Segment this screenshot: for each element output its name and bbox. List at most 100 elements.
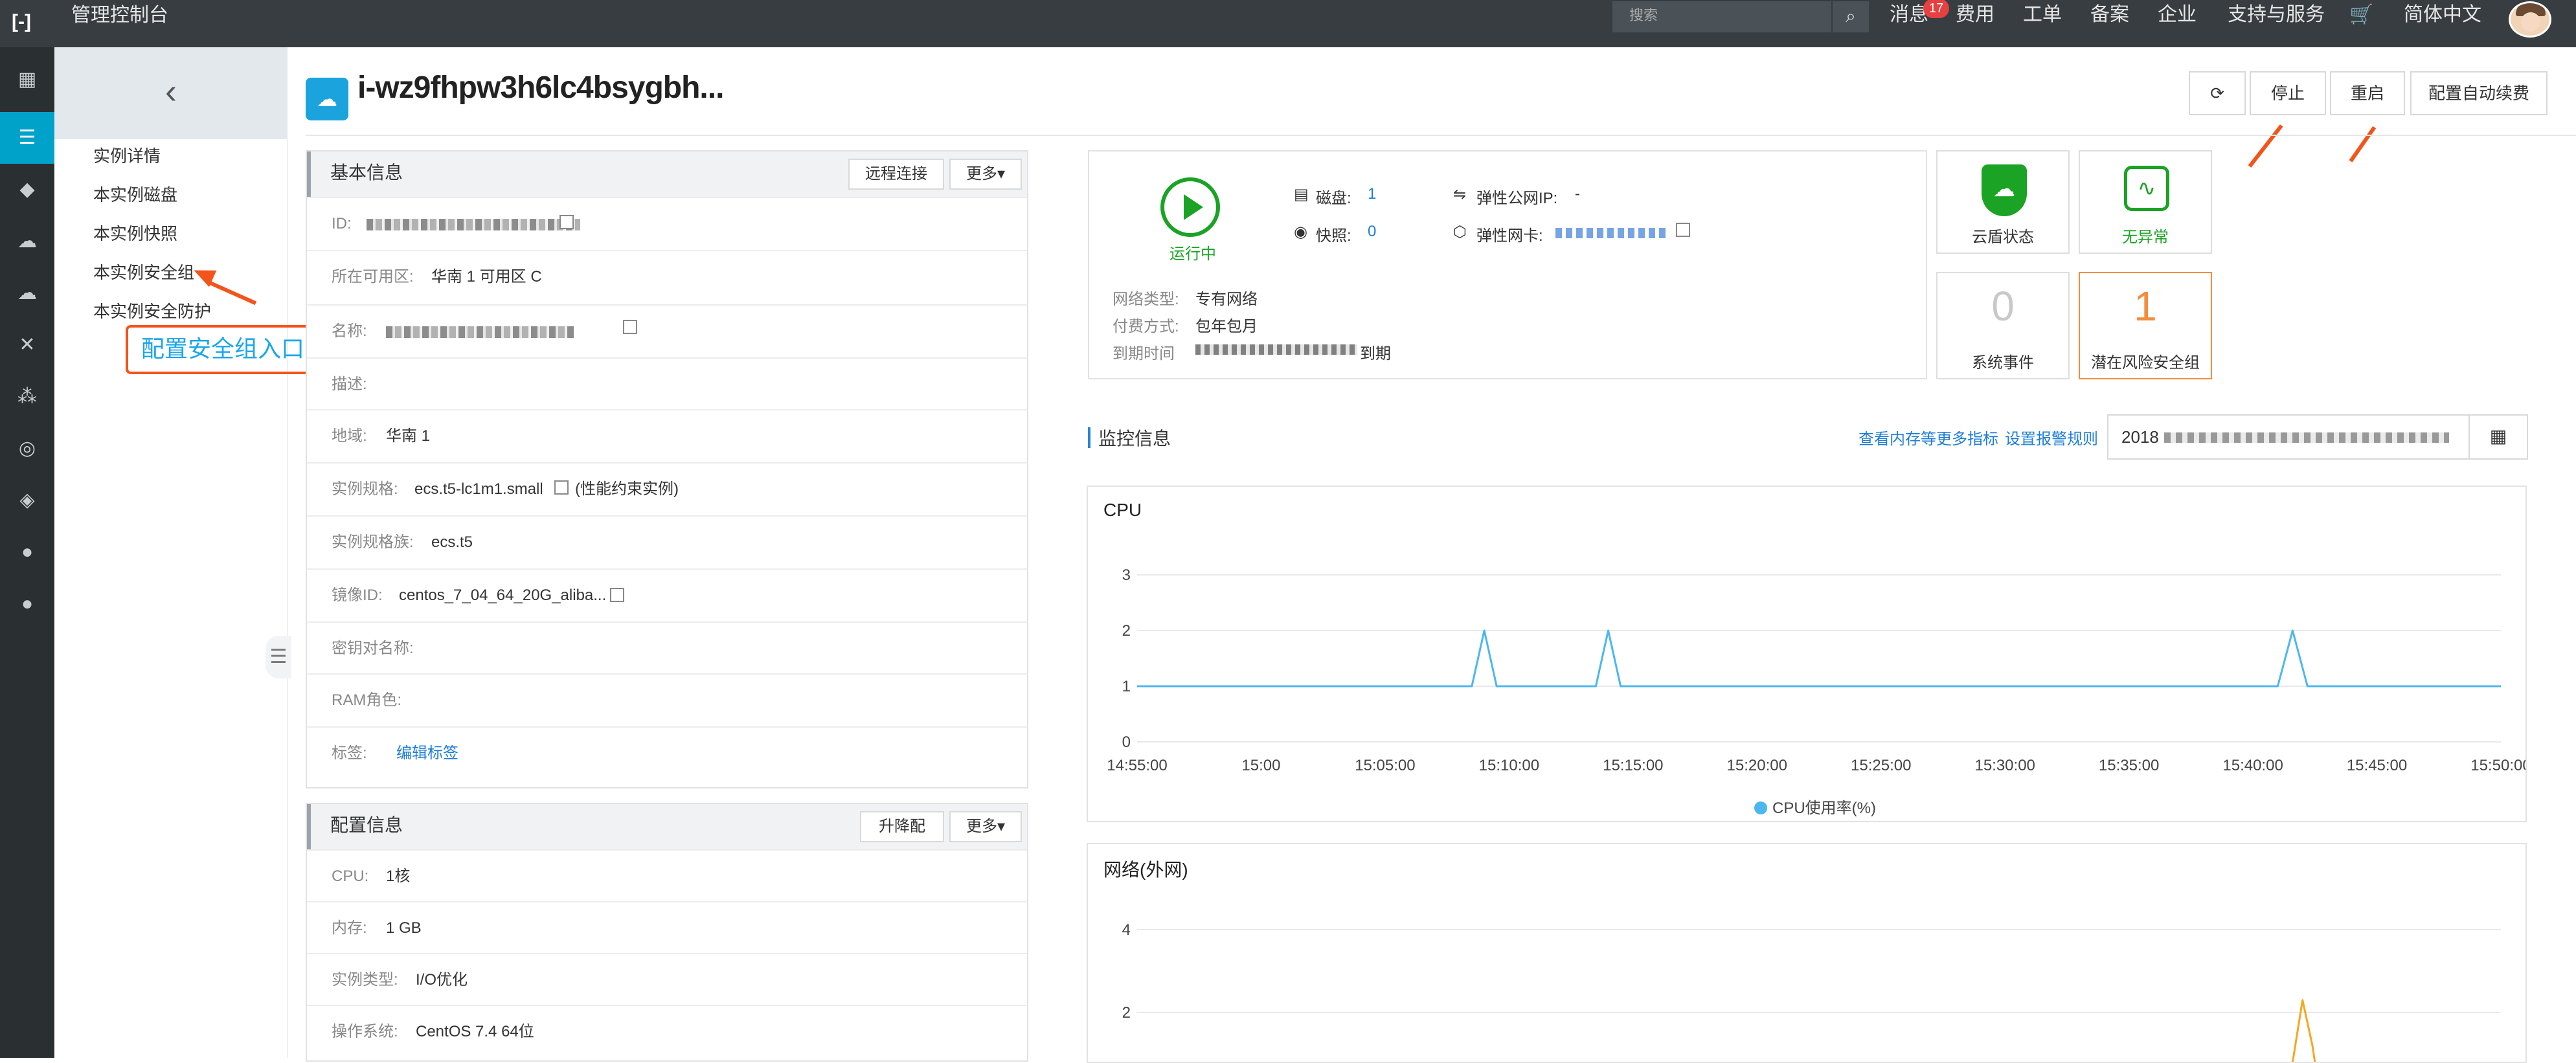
- annotation-arrow: [2349, 126, 2377, 162]
- nav-filing[interactable]: 备案: [2090, 0, 2129, 31]
- cart-icon[interactable]: 🛒: [2349, 0, 2373, 31]
- nav-messages[interactable]: 消息: [1890, 0, 1928, 31]
- info-row-keypair: 密钥对名称:: [307, 621, 1027, 673]
- search-icon[interactable]: ⌕: [1831, 1, 1869, 32]
- x-tick-label: 15:10:00: [1479, 757, 1539, 774]
- expire-suffix: 到期: [1360, 345, 1391, 363]
- back-chevron-icon[interactable]: ‹: [54, 47, 288, 139]
- info-row-spec-family: 实例规格族: ecs.t5: [307, 515, 1027, 567]
- system-events-card[interactable]: 0 系统事件: [1936, 272, 2070, 379]
- info-row-description: 描述:: [307, 357, 1027, 409]
- more-dropdown-button[interactable]: 更多▾: [949, 159, 1022, 190]
- subnav-item-security-group[interactable]: 本实例安全组: [93, 253, 194, 292]
- eip-value: -: [1575, 185, 1580, 203]
- cloud-download-icon[interactable]: ☁: [0, 267, 54, 319]
- header-divider: [306, 135, 2576, 136]
- stop-button[interactable]: 停止: [2250, 71, 2326, 115]
- aliyun-logo-icon[interactable]: [-]: [6, 9, 36, 35]
- y-tick-label: 3: [1122, 566, 1131, 584]
- circle-icon[interactable]: ●: [0, 578, 54, 630]
- x-tick-label: 15:50:00: [2470, 757, 2525, 774]
- x-tick-label: 15:15:00: [1603, 757, 1663, 774]
- y-tick-label: 0: [1122, 733, 1131, 751]
- eni-label: 弹性网卡:: [1476, 227, 1543, 245]
- box-icon[interactable]: ◈: [0, 475, 54, 526]
- info-row-image: 镜像ID: centos_7_04_64_20G_aliba...: [307, 568, 1027, 620]
- instance-cloud-icon: ☁: [306, 78, 348, 120]
- auto-renew-button[interactable]: 配置自动续费: [2410, 71, 2548, 115]
- subnav-item-snapshots[interactable]: 本实例快照: [93, 214, 177, 253]
- copy-icon[interactable]: [1672, 223, 1690, 241]
- date-range-input[interactable]: 2018: [2107, 414, 2470, 460]
- instance-name: i-wz9fhpw3h6lc4bsygbh...: [357, 71, 724, 105]
- grid-icon[interactable]: ▦: [0, 54, 54, 106]
- eni-value[interactable]: [1555, 228, 1666, 238]
- y-tick-label: 4: [1122, 921, 1131, 939]
- remote-connect-button[interactable]: 远程连接: [848, 159, 944, 190]
- more-metrics-link[interactable]: 查看内存等更多指标: [1859, 426, 1998, 449]
- snapshot-count[interactable]: 0: [1368, 223, 1376, 241]
- info-row-memory: 内存: 1 GB: [307, 901, 1027, 953]
- x-tick-label: 15:20:00: [1727, 757, 1787, 774]
- shield-icon: ☁: [1982, 164, 2027, 216]
- avatar[interactable]: [2509, 1, 2551, 38]
- health-card[interactable]: ∿ 无异常: [2079, 150, 2212, 254]
- top-bar: [-] 管理控制台 搜索 ⌕ 消息 17 费用 工单 备案 企业 支持与服务 🛒…: [0, 0, 2576, 47]
- info-row-name: 名称:: [307, 304, 1027, 356]
- subnav-item-disks[interactable]: 本实例磁盘: [93, 175, 177, 214]
- copy-icon[interactable]: [606, 588, 624, 606]
- globe-icon[interactable]: ◎: [0, 423, 54, 475]
- disk-label: 磁盘:: [1316, 190, 1351, 207]
- list-icon[interactable]: ☰: [0, 112, 54, 164]
- icon-sidebar: ▦ ☰ ◆ ☁ ☁ ✕ ⁂ ◎ ◈ ● ●: [0, 47, 54, 1058]
- basic-info-panel: 基本信息 远程连接 更多▾ ID: 所在可用区: 华南 1 可用区 C 名称: …: [306, 150, 1028, 789]
- nav-tickets[interactable]: 工单: [2023, 0, 2062, 31]
- cube-icon[interactable]: ◆: [0, 164, 54, 216]
- net-type-label: 网络类型:: [1113, 291, 1179, 308]
- share-icon[interactable]: ✕: [0, 319, 54, 371]
- console-title[interactable]: 管理控制台: [71, 0, 168, 31]
- subnav-item-details[interactable]: 实例详情: [93, 137, 161, 175]
- nodes-icon[interactable]: ⁂: [0, 371, 54, 423]
- edit-icon[interactable]: [619, 320, 637, 338]
- disk-icon: ▤: [1294, 186, 1309, 203]
- nav-enterprise[interactable]: 企业: [2158, 0, 2197, 31]
- shield-status-card[interactable]: ☁ 云盾状态: [1936, 150, 2070, 254]
- eip-icon: ⇋: [1453, 186, 1467, 203]
- refresh-button[interactable]: ⟳: [2189, 71, 2246, 115]
- net-type-value: 专有网络: [1195, 291, 1258, 308]
- info-row-ram: RAM角色:: [307, 673, 1027, 725]
- upgrade-button[interactable]: 升降配: [860, 811, 944, 842]
- info-row-id: ID:: [307, 197, 1027, 249]
- series-line: [1137, 629, 2501, 688]
- alarm-rules-link[interactable]: 设置报警规则: [2005, 426, 2098, 449]
- edit-tags-link[interactable]: 编辑标签: [396, 728, 458, 779]
- legend-marker: [1754, 801, 1767, 814]
- circle-icon[interactable]: ●: [0, 526, 54, 578]
- info-row-region: 地域: 华南 1: [307, 409, 1027, 461]
- nav-language[interactable]: 简体中文: [2404, 0, 2481, 31]
- more-dropdown-button[interactable]: 更多▾: [949, 811, 1022, 842]
- y-tick-label: 1: [1122, 678, 1131, 695]
- copy-icon[interactable]: [556, 215, 574, 233]
- info-row-instance-type: 实例类型: I/O优化: [307, 953, 1027, 1005]
- network-chart: 24: [1122, 921, 2501, 1062]
- copy-icon[interactable]: [550, 480, 569, 498]
- cloud-icon[interactable]: ☁: [0, 216, 54, 267]
- nav-support[interactable]: 支持与服务: [2228, 0, 2325, 31]
- calendar-icon[interactable]: ▦: [2469, 414, 2528, 460]
- collapse-handle-icon[interactable]: ☰: [266, 636, 291, 678]
- risk-security-group-card[interactable]: 1 潜在风险安全组: [2079, 272, 2212, 379]
- pay-type-value: 包年包月: [1195, 318, 1258, 335]
- disk-count[interactable]: 1: [1368, 185, 1376, 203]
- search-box[interactable]: 搜索 ⌕: [1612, 1, 1869, 32]
- search-input[interactable]: 搜索: [1629, 1, 1658, 30]
- network-chart-panel: 网络(外网) 24: [1087, 843, 2527, 1063]
- nav-billing[interactable]: 费用: [1956, 0, 1994, 31]
- series-line: [2292, 999, 2316, 1062]
- expire-date: [1195, 344, 1357, 355]
- restart-button[interactable]: 重启: [2330, 71, 2405, 115]
- eip-label: 弹性公网IP:: [1476, 190, 1558, 207]
- monitor-title-bar: [1088, 427, 1090, 448]
- message-badge: 17: [1923, 0, 1949, 18]
